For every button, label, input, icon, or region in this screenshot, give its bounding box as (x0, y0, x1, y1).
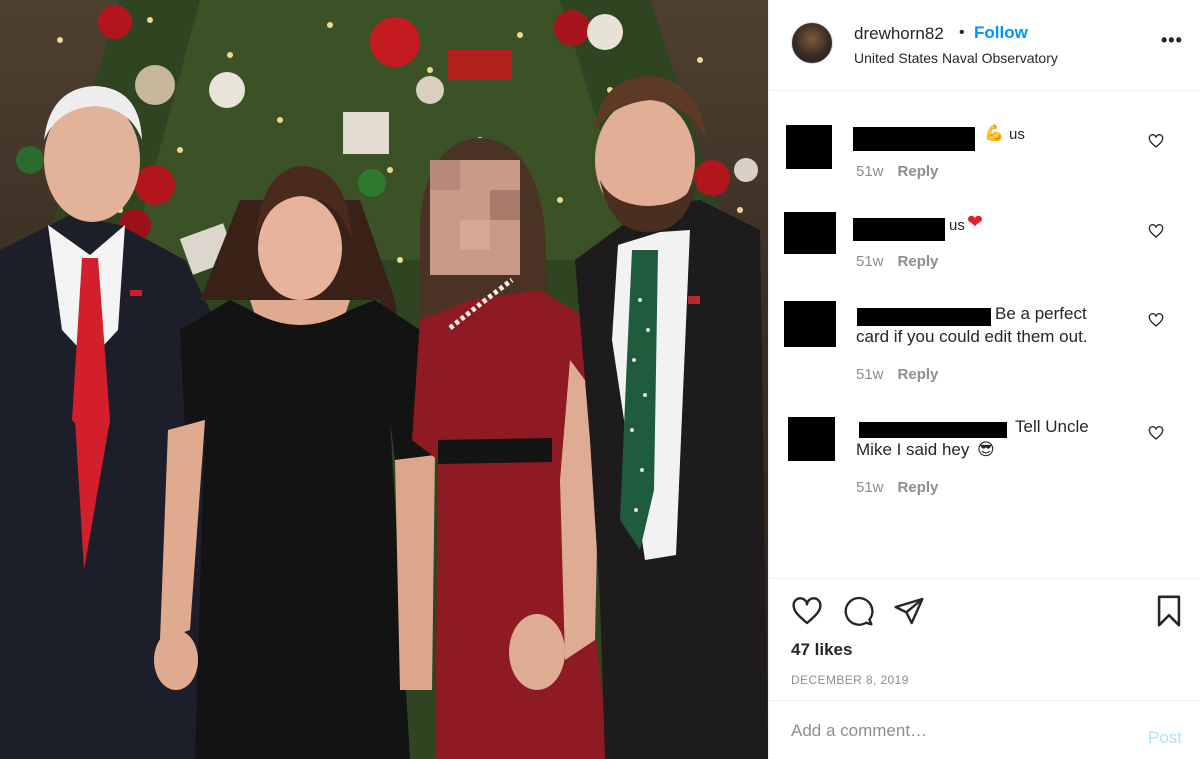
reply-button[interactable]: Reply (898, 253, 939, 270)
comment-item: 💪 us 51w Reply (769, 120, 1200, 200)
reply-button[interactable]: Reply (898, 366, 939, 383)
comment-text: us (1009, 126, 1025, 143)
comment-meta: 51w Reply (856, 366, 938, 383)
heart-icon[interactable] (790, 595, 824, 627)
comment-time: 51w (856, 479, 884, 496)
comment-text-line1: Tell Uncle (1015, 417, 1089, 436)
comment-avatar-redacted[interactable] (784, 212, 836, 254)
comment-meta: 51w Reply (856, 163, 938, 180)
redacted-username (853, 127, 975, 151)
comment-meta: 51w Reply (856, 253, 938, 270)
comment-emoji: 😎 (977, 440, 995, 459)
post-photo[interactable] (0, 0, 768, 759)
comment-like-heart-icon[interactable] (1148, 223, 1164, 239)
redacted-username (857, 308, 991, 326)
comment-time: 51w (856, 366, 884, 383)
comment-text: us (949, 217, 965, 234)
comment-bubble-icon[interactable] (842, 595, 874, 627)
redacted-username (853, 218, 945, 241)
post-actions: 47 likes DECEMBER 8, 2019 (769, 578, 1200, 700)
follow-button[interactable]: Follow (974, 23, 1028, 43)
comment-avatar-redacted[interactable] (784, 301, 836, 347)
reply-button[interactable]: Reply (898, 479, 939, 496)
redacted-username (859, 422, 1007, 438)
comment-emoji: ❤ (967, 212, 983, 233)
author-username[interactable]: drewhorn82 (854, 24, 944, 44)
post-location[interactable]: United States Naval Observatory (854, 50, 1058, 66)
comment-item: us ❤ 51w Reply (769, 210, 1200, 290)
comment-meta: 51w Reply (856, 479, 938, 496)
comment-text-line2: Mike I said hey (856, 440, 970, 459)
comment-like-heart-icon[interactable] (1148, 425, 1164, 441)
comment-time: 51w (856, 163, 884, 180)
more-options-icon[interactable]: ••• (1161, 30, 1183, 51)
bookmark-icon[interactable] (1154, 594, 1184, 628)
comment-text-line2: card if you could edit them out. (856, 327, 1088, 346)
comment-emoji: 💪 (984, 125, 1004, 142)
comment-like-heart-icon[interactable] (1148, 312, 1164, 328)
comment-item: Tell Uncle Mike I said hey 😎 51w Reply (769, 412, 1200, 512)
likes-count[interactable]: 47 likes (791, 640, 852, 660)
reply-button[interactable]: Reply (898, 163, 939, 180)
comment-like-heart-icon[interactable] (1148, 133, 1164, 149)
comment-time: 51w (856, 253, 884, 270)
photo-illustration (0, 0, 768, 759)
comment-avatar-redacted[interactable] (788, 417, 835, 461)
add-comment-input[interactable] (791, 718, 1121, 744)
comment-composer: Post (769, 700, 1200, 759)
author-avatar[interactable] (791, 22, 833, 64)
post-header: drewhorn82 • Follow United States Naval … (769, 0, 1200, 91)
comment-avatar-redacted[interactable] (786, 125, 832, 169)
comment-item: Be a perfect card if you could edit them… (769, 298, 1200, 398)
post-date[interactable]: DECEMBER 8, 2019 (791, 673, 909, 687)
paper-plane-icon[interactable] (893, 595, 925, 627)
post-sidebar: drewhorn82 • Follow United States Naval … (768, 0, 1200, 759)
comment-text-line1: Be a perfect (995, 304, 1087, 323)
post-comment-button[interactable]: Post (1148, 728, 1182, 748)
separator-dot: • (959, 24, 965, 41)
